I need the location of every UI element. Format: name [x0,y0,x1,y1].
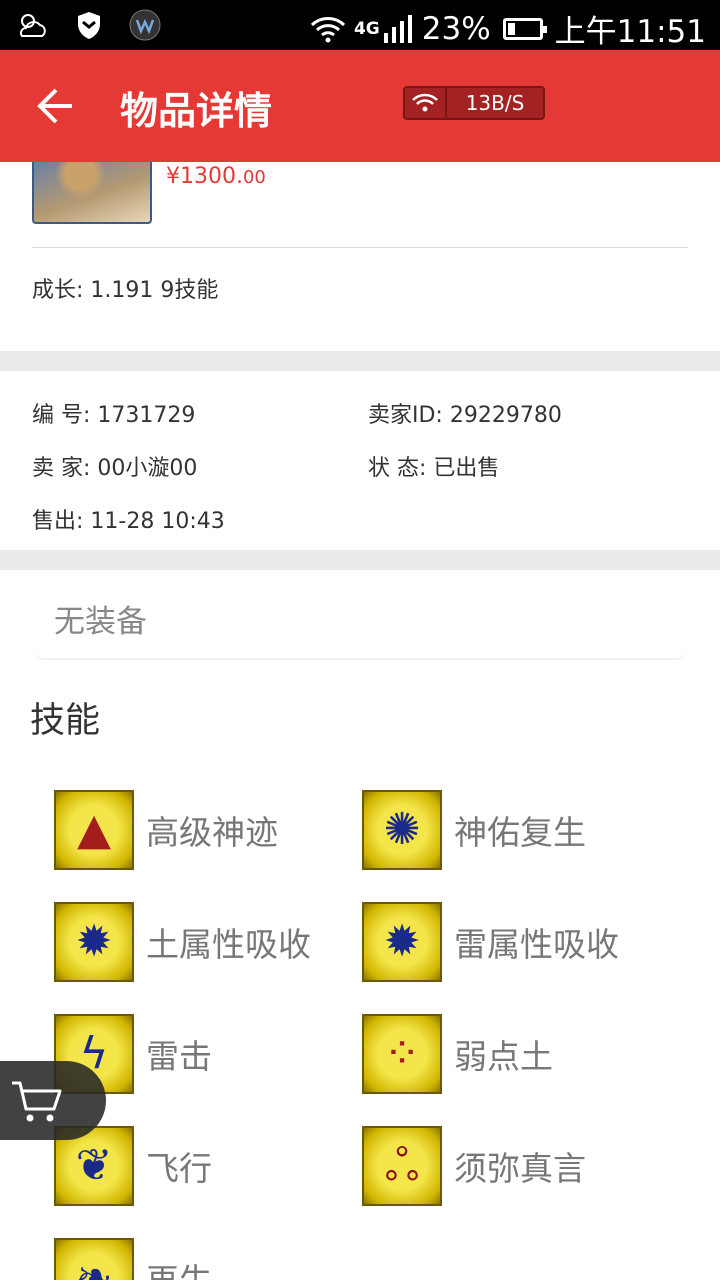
skill-name: 弱点土 [454,1037,553,1076]
seller-label: 卖 家: [32,456,91,481]
back-arrow-icon [37,88,72,124]
skill-item[interactable]: ✹ 雷属性吸收 [362,902,619,982]
item-number-label: 编 号: [32,403,91,428]
thunder-wheel-icon: ✹ [362,902,442,982]
skill-item[interactable]: ✺ 神佑复生 [362,790,586,870]
equipment-empty-text: 无装备 [54,604,147,640]
battery-icon [502,17,547,40]
rock-dots-icon: ⁘ [362,1014,442,1094]
red-flame-icon: ▲ [54,790,134,870]
item-summary-card: ¥1300.00 成长: 1.191 9技能 [0,162,720,351]
skills-title: 技能 [30,701,101,741]
cart-icon [12,1081,62,1121]
item-number: 编 号: 1731729 [32,397,195,429]
price-main: ¥1300. [166,164,243,189]
weather-icon [16,8,50,42]
skill-name: 雷击 [146,1037,212,1076]
item-price: ¥1300.00 [166,164,266,189]
app-bar: 物品详情 13B/S [0,50,720,162]
network-type: 4G [353,18,380,39]
seller-value: 00小漩00 [97,456,198,481]
skill-item[interactable]: ✹ 土属性吸收 [54,902,311,982]
section-gap [0,351,720,371]
status: 状 态: 已出售 [368,450,499,482]
seller: 卖 家: 00小漩00 [32,450,197,482]
sold-time-label: 售出: [32,509,84,534]
sold-time-value: 11-28 10:43 [90,509,225,534]
skill-name: 土属性吸收 [146,925,311,964]
blue-beast-icon: ✺ [362,790,442,870]
item-thumbnail [32,162,152,224]
status-value: 已出售 [433,456,500,481]
earth-wheel-icon: ✹ [54,902,134,982]
section-gap [0,550,720,570]
skill-name: 再生 [146,1254,212,1280]
skill-item[interactable]: ❧ 再生 [54,1238,212,1280]
skill-item[interactable]: ▲ 高级神迹 [54,790,278,870]
item-number-value: 1731729 [97,403,196,428]
status-label: 状 态: [368,456,427,481]
seller-id-value: 29229780 [449,403,562,428]
skill-name: 神佑复生 [454,813,586,852]
battery-percent: 23% [421,10,491,47]
seller-id: 卖家ID: 29229780 [368,397,562,429]
skill-name: 须弥真言 [454,1149,586,1188]
signal-icon [383,14,412,43]
wifi-icon [310,16,345,42]
skill-name: 高级神迹 [146,813,278,852]
trade-info-card: 编 号: 1731729 卖家ID: 29229780 卖 家: 00小漩00 … [0,371,720,550]
speed-value: 13B/S [445,88,543,118]
sold-time: 售出: 11-28 10:43 [32,503,225,535]
price-decimal: 00 [242,167,266,188]
seller-id-label: 卖家ID: [368,403,443,428]
skill-item[interactable]: ஃ 须弥真言 [362,1126,586,1206]
app-w-icon [128,8,162,42]
cart-button[interactable] [0,1061,106,1140]
equipment-box: 无装备 [32,570,688,660]
wifi-icon [412,93,438,112]
skill-item[interactable]: ⁘ 弱点土 [362,1014,553,1094]
shield-icon [72,8,106,42]
growth-text: 成长: 1.191 9技能 [32,278,219,303]
network-speed-badge: 13B/S [403,86,545,120]
regen-icon: ❧ [54,1238,134,1280]
page-title: 物品详情 [120,89,273,133]
sigil-icon: ஃ [362,1126,442,1206]
skill-name: 雷属性吸收 [454,925,619,964]
divider [32,247,688,248]
clock: 上午11:51 [554,14,706,50]
back-button[interactable] [34,84,78,128]
status-bar: 4G 23% 上午11:51 [0,0,720,50]
skill-name: 飞行 [146,1149,212,1188]
